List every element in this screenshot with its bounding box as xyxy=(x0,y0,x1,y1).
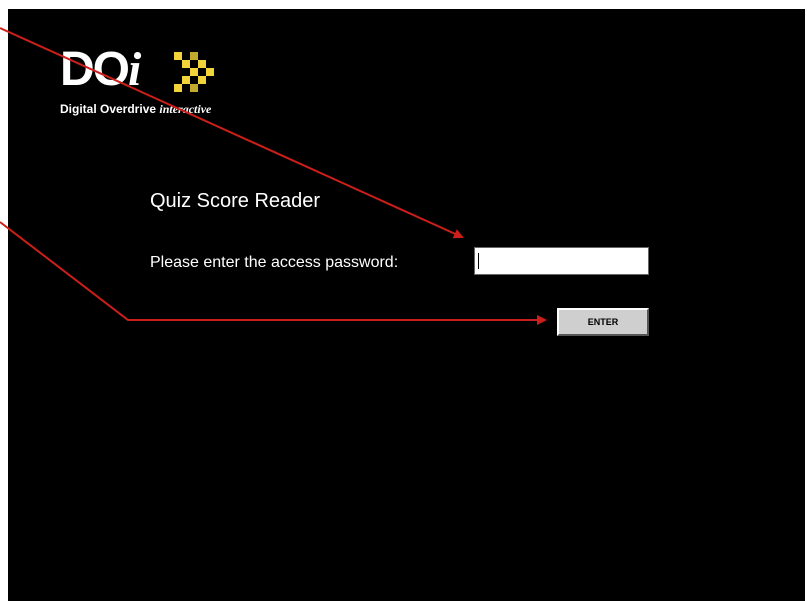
logo-letter-i: i xyxy=(128,43,141,96)
logo-brand: Digital Overdrive xyxy=(60,102,157,116)
logo-letters-do: DO xyxy=(60,43,130,96)
logo-brand-sub: interactive xyxy=(159,102,212,116)
logo-wordmark: DOi xyxy=(60,42,141,97)
password-label: Please enter the access password: xyxy=(150,254,399,271)
password-input[interactable] xyxy=(474,247,649,275)
doi-logo: DOi Digital Overdrive interactive xyxy=(60,43,300,128)
page-title: Quiz Score Reader xyxy=(150,190,321,212)
logo-tagline: Digital Overdrive interactive xyxy=(60,102,211,117)
enter-button[interactable]: ENTER xyxy=(557,308,649,336)
text-caret xyxy=(478,253,479,269)
checkered-arrow-icon xyxy=(174,52,214,92)
